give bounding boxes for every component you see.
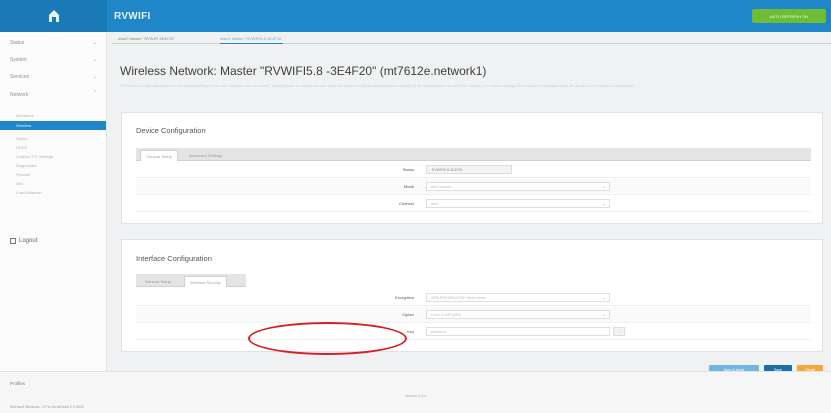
sidebar-item-status[interactable]: Status [10, 40, 24, 46]
footer: Profiles Version: 1.0.0 Microsoft Window… [0, 371, 831, 413]
tab-wlan1[interactable]: wlan1 Master "RVWIFI5.8-3E4F20" [220, 36, 283, 44]
profile-label[interactable]: Profiles [10, 381, 25, 386]
channel-select[interactable]: Auto ⌄ [426, 199, 610, 208]
top-bar: RVWIFI AUTO REFRESH ON [0, 0, 831, 32]
field-label: Mode [403, 184, 414, 189]
system-status-text: Microsoft Windows - 0 Pro 64-bit build 0… [10, 405, 84, 409]
sidebar-item-system[interactable]: System [10, 57, 27, 63]
sidebar-subitem-firewall[interactable]: Firewall [16, 172, 30, 177]
status-badge: RVWIFI5.8-3E4F20 [426, 165, 512, 174]
tab-general-setup[interactable]: General Setup [140, 276, 176, 287]
sidebar-item-network[interactable]: Network [10, 92, 28, 98]
panel-title: Device Configuration [136, 126, 206, 135]
sidebar-subitem-interfaces[interactable]: Interfaces [16, 113, 34, 118]
channel-row: Channel Auto ⌄ [136, 196, 811, 212]
logout-link[interactable]: Logout [10, 238, 37, 244]
encryption-row: Encryption WPA-PSK/WPA2-PSK Mixed Mode ⌄ [136, 290, 811, 306]
status-row: Status RVWIFI5.8-3E4F20 [136, 162, 811, 178]
sidebar-subitem-sim[interactable]: Sim [16, 181, 23, 186]
tab-wlan0[interactable]: wlan0 Master "RVWIFI 3E4F20" [118, 36, 175, 41]
device-config-panel: Device Configuration General Setup Advan… [121, 112, 823, 224]
sidebar-subitem-load-balancer[interactable]: Load Balancer [16, 190, 42, 195]
auto-refresh-button[interactable]: AUTO REFRESH ON [752, 9, 826, 23]
encryption-select[interactable]: WPA-PSK/WPA2-PSK Mixed Mode ⌄ [426, 293, 610, 302]
rv-logo-icon [48, 10, 59, 22]
chevron-down-icon: ⌄ [602, 201, 606, 206]
sidebar-subitem-dhcp[interactable]: DHCP [16, 145, 27, 150]
tab-wireless-security[interactable]: Wireless Security [184, 276, 227, 287]
cipher-row: Cipher Force CCMP (AES) ⌄ [136, 307, 811, 323]
page-description: The Device Configuration section covers … [120, 84, 635, 88]
mode-select[interactable]: 802.11ac/n/a ⌄ [426, 182, 610, 191]
sidebar: Status ⌄ System ⌄ Services ⌄ Network ⌃ I… [0, 32, 107, 371]
field-label: Channel [399, 201, 414, 206]
panel-title: Interface Configuration [136, 254, 212, 263]
tab-advanced-settings[interactable]: Advanced Settings [184, 150, 227, 161]
sidebar-subitem-switch[interactable]: Switch [16, 136, 28, 141]
chevron-up-icon[interactable]: ⌃ [93, 90, 97, 96]
highlight-annotation [248, 322, 407, 355]
chevron-down-icon[interactable]: ⌄ [93, 74, 97, 80]
network-tabs: wlan0 Master "RVWIFI 3E4F20" wlan1 Maste… [112, 33, 831, 44]
tab-general-setup[interactable]: General Setup [140, 150, 178, 161]
mode-row: Mode 802.11ac/n/a ⌄ [136, 179, 811, 195]
chevron-down-icon: ⌄ [602, 295, 606, 300]
eye-icon: ◦ [618, 329, 620, 334]
sidebar-subitem-wireless[interactable]: Wireless [0, 121, 106, 130]
chevron-down-icon[interactable]: ⌄ [93, 57, 97, 63]
sidebar-item-services[interactable]: Services [10, 74, 29, 80]
field-label: Cipher [402, 312, 414, 317]
version-label: Version: 1.0.0 [405, 394, 427, 398]
chevron-down-icon: ⌄ [602, 312, 606, 317]
reveal-password-button[interactable]: ◦ [613, 327, 625, 336]
chevron-down-icon: ⌄ [602, 184, 606, 189]
cipher-select[interactable]: Force CCMP (AES) ⌄ [426, 310, 610, 319]
key-input[interactable]: password [426, 327, 610, 336]
interface-config-panel: Interface Configuration General Setup Wi… [121, 239, 823, 352]
app-title: RVWIFI [114, 11, 151, 22]
logo[interactable] [0, 0, 107, 32]
sidebar-subitem-custom-ttl[interactable]: Custom TTL Settings [16, 154, 53, 159]
key-row: Key password ◦ [136, 324, 811, 340]
logout-icon [10, 238, 16, 244]
field-label: Key [407, 329, 414, 334]
field-label: Encryption [395, 295, 414, 300]
field-label: Status [402, 167, 414, 172]
page-title: Wireless Network: Master "RVWIFI5.8 -3E4… [120, 64, 487, 78]
interface-config-tabs: General Setup Wireless Security [136, 274, 246, 287]
device-config-tabs: General Setup Advanced Settings [136, 148, 811, 161]
sidebar-subitem-diagnostics[interactable]: Diagnostics [16, 163, 37, 168]
chevron-down-icon[interactable]: ⌄ [93, 40, 97, 46]
